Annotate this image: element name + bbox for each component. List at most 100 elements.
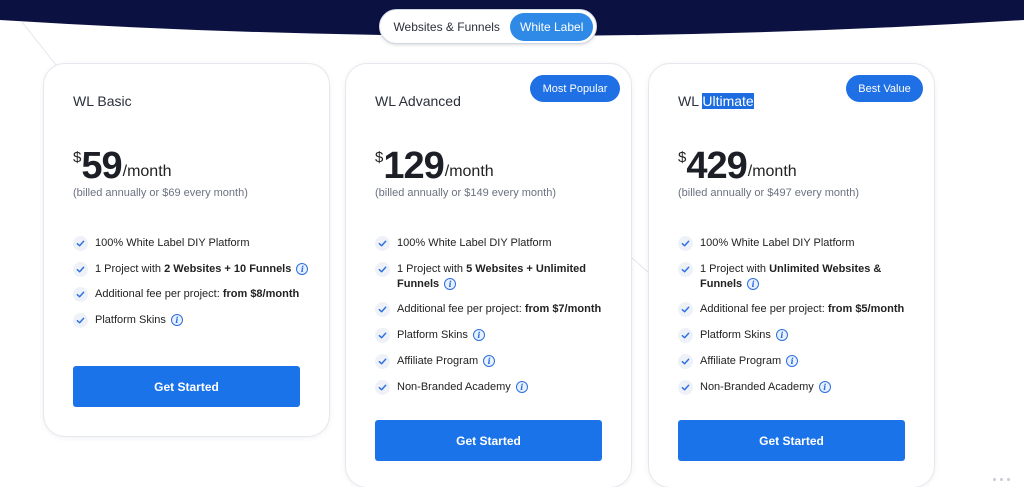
check-icon (678, 354, 693, 369)
check-icon (678, 302, 693, 317)
feature-text: 1 Project with Unlimited Websites & Funn… (700, 262, 918, 292)
feature-text-plain: Platform Skins (397, 329, 468, 341)
plan-price: $ 59 /month (73, 144, 172, 188)
pagination-dots (993, 478, 1010, 481)
feature-item: 100% White Label DIY Platform (678, 236, 918, 251)
feature-text-bold: from $8/month (222, 288, 300, 300)
feature-text-plain: Additional fee per project: (700, 303, 828, 315)
feature-text-plain: 1 Project with (700, 263, 770, 275)
feature-list: 100% White Label DIY Platform 1 Project w… (73, 236, 313, 339)
check-icon (375, 236, 390, 251)
feature-item: 1 Project with 2 Websites + 10 Funnels i (73, 262, 313, 277)
feature-item: Additional fee per project: from $5/mont… (678, 302, 918, 317)
check-icon (73, 287, 88, 302)
feature-item: Additional fee per project: from $7/mont… (375, 302, 615, 317)
plan-card-wl-advanced: Most Popular WL Advanced $ 129 /month (b… (345, 63, 632, 487)
price-period: /month (444, 163, 494, 180)
feature-text: 100% White Label DIY Platform (95, 236, 249, 251)
feature-text: Platform Skins i (95, 313, 183, 328)
get-started-button[interactable]: Get Started (375, 420, 602, 461)
feature-text-plain: Platform Skins (700, 329, 771, 341)
feature-text: 1 Project with 2 Websites + 10 Funnels i (95, 262, 309, 277)
info-icon[interactable]: i (296, 263, 309, 276)
info-icon[interactable]: i (786, 355, 799, 368)
plan-card-wl-basic: WL Basic $ 59 /month (billed annually or… (43, 63, 330, 437)
feature-text-plain: 100% White Label DIY Platform (700, 237, 855, 249)
check-icon (678, 328, 693, 343)
check-icon (73, 313, 88, 328)
feature-text-plain: 100% White Label DIY Platform (95, 237, 250, 249)
plan-name: WL Advanced (375, 93, 461, 109)
check-icon (678, 262, 693, 277)
check-icon (678, 236, 693, 251)
plan-name-text: WL (678, 93, 703, 109)
feature-item: 1 Project with 5 Websites + Unlimited Fu… (375, 262, 615, 292)
feature-text: Non-Branded Academy i (700, 380, 831, 395)
dot (1000, 478, 1003, 481)
feature-item: 100% White Label DIY Platform (73, 236, 313, 251)
feature-text: Affiliate Program i (700, 354, 799, 369)
price-currency: $ (678, 149, 687, 166)
feature-text-plain: Non-Branded Academy (700, 381, 814, 393)
feature-item: Affiliate Program i (375, 354, 615, 369)
info-icon[interactable]: i (483, 355, 496, 368)
info-icon[interactable]: i (444, 278, 457, 291)
price-amount: 429 (686, 145, 747, 187)
plan-name-text: WL Advanced (375, 93, 461, 109)
price-currency: $ (375, 149, 384, 166)
info-icon[interactable]: i (775, 329, 788, 342)
feature-text: Platform Skins i (700, 328, 788, 343)
feature-list: 100% White Label DIY Platform 1 Project w… (678, 236, 918, 406)
feature-text-plain: 1 Project with (397, 263, 467, 275)
feature-text: Non-Branded Academy i (397, 380, 528, 395)
info-icon[interactable]: i (747, 278, 760, 291)
check-icon (375, 328, 390, 343)
toggle-white-label[interactable]: White Label (510, 12, 593, 41)
feature-item: Non-Branded Academy i (375, 380, 615, 395)
best-value-badge: Best Value (846, 75, 923, 102)
plan-card-wl-ultimate: Best Value WL Ultimate $ 429 /month (bil… (648, 63, 935, 487)
price-period: /month (747, 163, 797, 180)
feature-item: Non-Branded Academy i (678, 380, 918, 395)
feature-text: Additional fee per project: from $5/mont… (700, 302, 904, 317)
feature-item: Affiliate Program i (678, 354, 918, 369)
check-icon (73, 236, 88, 251)
plan-type-toggle: Websites & Funnels White Label (379, 9, 597, 44)
billing-note: (billed annually or $497 every month) (678, 187, 859, 199)
feature-item: 1 Project with Unlimited Websites & Funn… (678, 262, 918, 292)
get-started-button[interactable]: Get Started (73, 366, 300, 407)
dot (993, 478, 996, 481)
toggle-websites-funnels[interactable]: Websites & Funnels (383, 13, 510, 41)
feature-text: Affiliate Program i (397, 354, 496, 369)
feature-text-bold: 2 Websites + 10 Funnels (164, 263, 292, 275)
feature-text-plain: 100% White Label DIY Platform (397, 237, 552, 249)
info-icon[interactable]: i (515, 381, 528, 394)
feature-text-plain: Affiliate Program (700, 355, 782, 367)
get-started-button[interactable]: Get Started (678, 420, 905, 461)
feature-text-plain: Additional fee per project: (397, 303, 525, 315)
plan-price: $ 429 /month (678, 144, 797, 188)
feature-text-plain: Non-Branded Academy (397, 381, 511, 393)
plan-name-selected-text: Ultimate (702, 93, 754, 109)
dot (1007, 478, 1010, 481)
price-period: /month (122, 163, 172, 180)
info-icon[interactable]: i (170, 314, 183, 327)
info-icon[interactable]: i (818, 381, 831, 394)
feature-text-plain: Affiliate Program (397, 355, 479, 367)
most-popular-badge: Most Popular (530, 75, 620, 102)
feature-item: Platform Skins i (375, 328, 615, 343)
billing-note: (billed annually or $149 every month) (375, 187, 556, 199)
feature-text: 1 Project with 5 Websites + Unlimited Fu… (397, 262, 615, 292)
feature-text-bold: from $7/month (524, 303, 602, 315)
feature-text-plain: 1 Project with (95, 263, 165, 275)
check-icon (73, 262, 88, 277)
feature-text: 100% White Label DIY Platform (700, 236, 854, 251)
feature-text: Platform Skins i (397, 328, 485, 343)
feature-text-bold: from $5/month (827, 303, 905, 315)
info-icon[interactable]: i (472, 329, 485, 342)
check-icon (375, 262, 390, 277)
feature-list: 100% White Label DIY Platform 1 Project w… (375, 236, 615, 406)
feature-text-plain: Platform Skins (95, 314, 166, 326)
plan-name-text: WL Basic (73, 93, 132, 109)
feature-item: Platform Skins i (678, 328, 918, 343)
